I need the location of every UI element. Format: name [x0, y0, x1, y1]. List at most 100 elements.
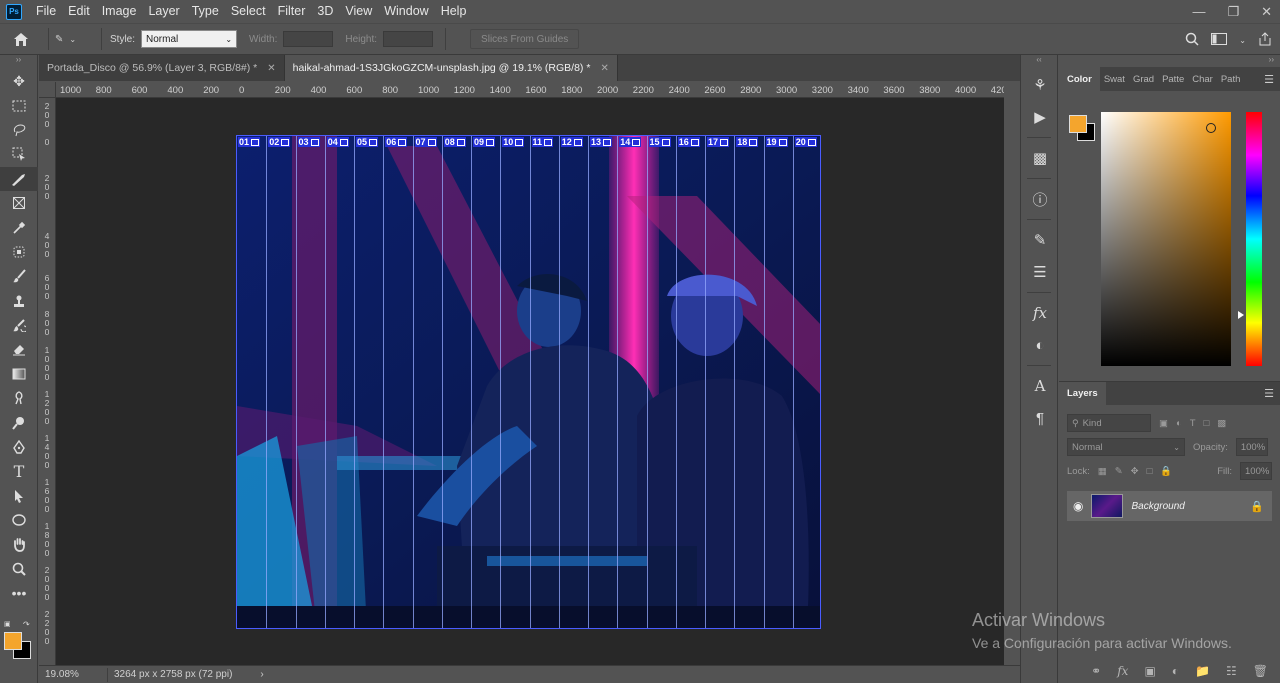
document-image[interactable]: 01 02 03 04 05 06 07 08 09 10 11 12 13 14 15 16 17 18 19 20 — [236, 135, 821, 629]
link-layers-icon[interactable]: ⚭ — [1091, 664, 1101, 678]
tab-haikal-ahmad[interactable]: haikal-ahmad-1S3JGkoGZCM-unsplash.jpg @ … — [284, 55, 618, 81]
add-mask-icon[interactable]: ▣ — [1144, 664, 1155, 678]
slice-05[interactable]: 05 — [354, 136, 383, 628]
vertical-scrollbar[interactable] — [1004, 82, 1020, 665]
info-icon[interactable]: ⓘ — [1021, 183, 1059, 215]
menu-window[interactable]: Window — [378, 0, 434, 23]
home-icon[interactable] — [0, 23, 42, 55]
collapse-icon[interactable]: ›› — [1059, 55, 1280, 67]
slices-from-guides-button[interactable]: Slices From Guides — [470, 29, 580, 49]
opacity-input[interactable]: 100% — [1235, 438, 1268, 456]
slice-16[interactable]: 16 — [675, 136, 705, 628]
lock-position-icon[interactable]: ✥ — [1131, 466, 1139, 477]
menu-help[interactable]: Help — [435, 0, 473, 23]
new-adjustment-icon[interactable]: ◐ — [1172, 664, 1179, 678]
close-icon[interactable]: ✕ — [267, 63, 275, 74]
slice-02[interactable]: 02 — [266, 136, 295, 628]
layer-row-background[interactable]: ◉ Background 🔒 — [1067, 491, 1272, 521]
clone-stamp-tool-icon[interactable] — [0, 289, 38, 313]
smudge-tool-icon[interactable] — [0, 386, 38, 410]
eyedropper-tool-icon[interactable] — [0, 215, 38, 239]
pixel-filter-icon[interactable]: ▣ — [1159, 418, 1168, 429]
menu-file[interactable]: File — [30, 0, 62, 23]
tab-character[interactable]: Char — [1188, 67, 1217, 91]
minimize-icon[interactable]: — — [1192, 4, 1205, 19]
tool-preset-picker[interactable]: ✎ ⌄ — [55, 34, 95, 45]
restore-icon[interactable]: ❐ — [1227, 4, 1239, 20]
eye-icon[interactable]: ◉ — [1073, 499, 1083, 513]
lock-pixels-icon[interactable]: ✎ — [1115, 466, 1123, 477]
menu-layer[interactable]: Layer — [142, 0, 185, 23]
zoom-level[interactable]: 19.08% — [45, 669, 107, 680]
menu-view[interactable]: View — [339, 0, 378, 23]
layer-style-icon[interactable]: fx — [1117, 664, 1128, 678]
kind-filter-select[interactable]: ⚲ Kind — [1067, 414, 1151, 432]
workspace-icon[interactable] — [1211, 32, 1228, 48]
slice-13[interactable]: 13 — [588, 136, 617, 628]
close-icon[interactable]: ✕ — [600, 63, 608, 74]
clone-source-icon[interactable]: ◐ — [1021, 329, 1059, 361]
tab-color[interactable]: Color — [1059, 67, 1100, 91]
tab-paths[interactable]: Path — [1217, 67, 1245, 91]
healing-brush-tool-icon[interactable] — [0, 240, 38, 264]
eraser-tool-icon[interactable] — [0, 337, 38, 361]
hue-slider-handle[interactable] — [1238, 311, 1244, 319]
slice-08[interactable]: 08 — [441, 136, 471, 628]
pen-tool-icon[interactable] — [0, 435, 38, 459]
brush-tool-icon[interactable] — [0, 264, 38, 288]
new-layer-icon[interactable]: ☷ — [1226, 664, 1237, 678]
slice-15[interactable]: 15 — [646, 136, 676, 628]
history-brush-tool-icon[interactable] — [0, 313, 38, 337]
type-tool-icon[interactable]: T — [0, 459, 38, 483]
tab-patterns[interactable]: Patte — [1158, 67, 1188, 91]
adjustments-icon[interactable]: ☰ — [1021, 256, 1059, 288]
delete-layer-icon[interactable]: 🗑 — [1253, 664, 1268, 678]
menu-type[interactable]: Type — [186, 0, 225, 23]
slice-03[interactable]: 03 — [295, 136, 325, 628]
zoom-tool-icon[interactable] — [0, 557, 38, 581]
character-icon[interactable]: A — [1021, 370, 1059, 402]
foreground-color-swatch[interactable] — [1069, 115, 1087, 133]
width-input[interactable] — [283, 31, 334, 47]
frame-tool-icon[interactable] — [0, 191, 38, 215]
slice-01[interactable]: 01 — [237, 136, 266, 628]
new-group-icon[interactable]: 📁 — [1195, 664, 1210, 678]
layer-name[interactable]: Background — [1131, 501, 1184, 512]
chevron-right-icon[interactable]: › — [260, 669, 263, 680]
chevron-down-icon[interactable]: ⌄ — [1239, 36, 1246, 45]
more-tools-icon[interactable]: ••• — [0, 581, 38, 605]
tab-swatches[interactable]: Swat — [1100, 67, 1129, 91]
canvas-area[interactable]: 01 02 03 04 05 06 07 08 09 10 11 12 13 14 15 16 17 18 19 20 — [56, 98, 1004, 665]
gradient-tool-icon[interactable] — [0, 362, 38, 386]
marquee-tool-icon[interactable] — [0, 93, 38, 117]
slice-20[interactable]: 20 — [792, 136, 820, 628]
search-icon[interactable] — [1185, 32, 1199, 49]
panel-menu-icon[interactable]: ☰ — [1264, 73, 1274, 86]
tab-gradients[interactable]: Grad — [1129, 67, 1158, 91]
ruler-origin[interactable] — [39, 82, 56, 98]
slice-18[interactable]: 18 — [734, 136, 763, 628]
menu-filter[interactable]: Filter — [272, 0, 312, 23]
adjustment-filter-icon[interactable]: ◐ — [1176, 418, 1182, 429]
share-icon[interactable] — [1258, 31, 1272, 49]
paragraph-icon[interactable]: ¶ — [1021, 402, 1059, 434]
slice-06[interactable]: 06 — [383, 136, 412, 628]
path-selection-tool-icon[interactable] — [0, 484, 38, 508]
fill-input[interactable]: 100% — [1240, 462, 1272, 480]
menu-select[interactable]: Select — [225, 0, 272, 23]
color-picker-cursor[interactable] — [1206, 123, 1216, 133]
brush-settings-icon[interactable]: ✎ — [1021, 224, 1059, 256]
move-tool-icon[interactable]: ✥ — [0, 69, 38, 93]
lock-transparency-icon[interactable]: ▦ — [1098, 466, 1107, 477]
vertical-ruler[interactable]: 200 0 200 400 600 800 1000 1200 1400 160… — [39, 98, 56, 665]
hand-tool-icon[interactable] — [0, 532, 38, 556]
color-picker-field[interactable] — [1101, 112, 1231, 366]
ellipse-tool-icon[interactable] — [0, 508, 38, 532]
lasso-tool-icon[interactable] — [0, 118, 38, 142]
slice-19[interactable]: 19 — [763, 136, 793, 628]
tab-layers[interactable]: Layers — [1059, 381, 1106, 406]
swap-colors-icon[interactable]: ↷ — [23, 620, 30, 629]
collapse-icon[interactable]: ›› — [0, 55, 37, 69]
close-icon[interactable]: ✕ — [1261, 4, 1272, 20]
horizontal-ruler[interactable]: 1000 800 600 400 200 0 200 400 600 800 1000 1200 140… — [56, 82, 1004, 98]
